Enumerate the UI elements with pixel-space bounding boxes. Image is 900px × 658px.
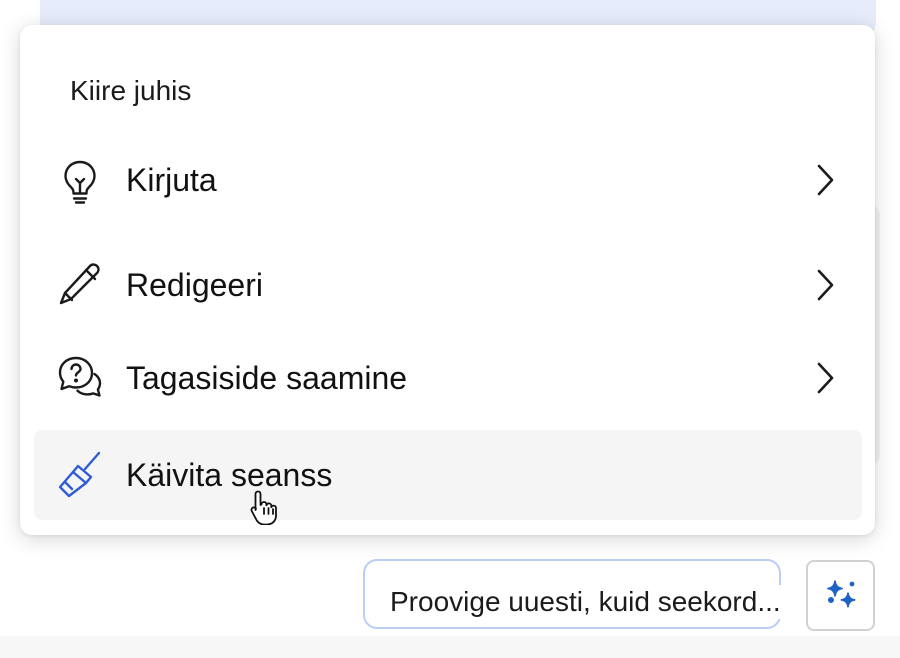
menu-item-label: Redigeeri	[126, 267, 263, 303]
menu-item-get-feedback[interactable]: Tagasiside saamine	[34, 333, 862, 423]
broom-icon	[54, 449, 106, 501]
quick-prompt-menu: Kiire juhis Kirjuta Redigeeri Tagasiside…	[20, 25, 875, 535]
lightbulb-icon	[54, 154, 106, 206]
chevron-right-icon	[812, 267, 838, 303]
menu-item-label: Tagasiside saamine	[126, 360, 408, 396]
hand-pointer-cursor-icon	[249, 489, 283, 525]
background-footer	[0, 636, 900, 658]
menu-item-write[interactable]: Kirjuta	[34, 135, 862, 225]
suggestion-text: Proovige uuesti, kuid seekord...	[390, 585, 785, 619]
pencil-icon	[54, 259, 106, 311]
question-bubble-icon	[54, 352, 106, 404]
sparkle-icon	[827, 580, 856, 608]
menu-item-start-session[interactable]: Käivita seanss	[34, 430, 862, 520]
menu-item-label: Käivita seanss	[126, 457, 333, 493]
chevron-right-icon	[812, 360, 838, 396]
menu-title: Kiire juhis	[70, 75, 192, 106]
menu-item-edit[interactable]: Redigeeri	[34, 240, 862, 330]
chevron-right-icon	[812, 162, 838, 198]
suggestion-chip[interactable]: Proovige uuesti, kuid seekord...	[363, 559, 785, 629]
menu-item-label: Kirjuta	[126, 162, 217, 198]
prompt-guide-button[interactable]	[806, 560, 875, 631]
